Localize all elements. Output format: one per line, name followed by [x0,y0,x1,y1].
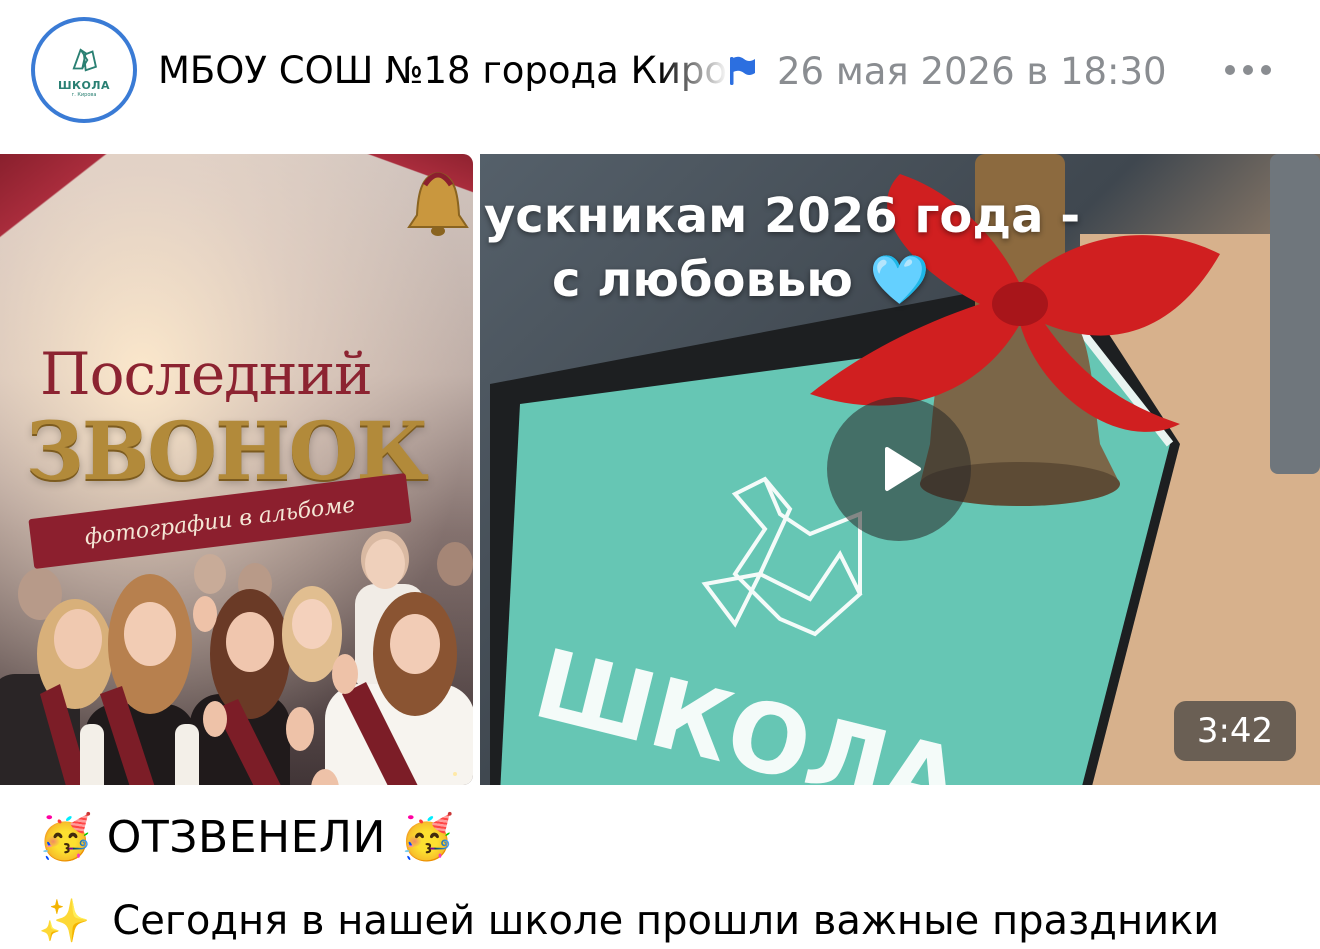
author-name-link[interactable]: МБОУ СОШ №18 города Кирова [158,45,728,100]
party-emoji-icon: 🥳 [399,812,455,863]
video-caption: ускникам 2026 года - с любовью 🩵 [480,184,1180,312]
headline-text: ОТЗВЕНЕЛИ [106,812,386,863]
ribbon-decoration [0,154,154,247]
post-body: ✨ Сегодня в нашей школе прошли важные пр… [38,893,1219,949]
video-caption-line2: с любовью 🩵 [552,252,930,308]
post-date[interactable]: 26 мая 2026 в 18:30 [777,46,1167,98]
avatar-logo-sub: г. Кирова [71,91,97,98]
play-icon [885,447,921,491]
school-logo-icon [72,47,97,71]
author-name[interactable]: МБОУ СОШ №18 города Кирова [158,45,728,97]
play-button[interactable] [827,397,971,541]
post-header: ШКОЛА г. Кирова МБОУ СОШ №18 города Киро… [0,0,1320,140]
party-emoji-icon: 🥳 [38,812,93,863]
video-caption-line1: ускникам 2026 года - [484,188,1081,244]
avatar-logo-text: ШКОЛА [57,78,111,92]
avatar[interactable]: ШКОЛА г. Кирова [31,17,137,123]
body-text: Сегодня в нашей школе прошли важные праз… [112,898,1220,944]
photo-title-line1: Последний [40,340,373,408]
more-icon[interactable] [1222,60,1274,80]
bell-icon [407,171,469,236]
flag-icon [730,56,755,85]
sparkles-emoji-icon: ✨ [38,896,91,945]
video-duration: 3:42 [1174,701,1296,761]
post-headline: 🥳 ОТЗВЕНЕЛИ 🥳 [38,806,455,870]
post-photo[interactable]: Последний ЗВОНОК фотографии в альбоме [0,154,473,785]
